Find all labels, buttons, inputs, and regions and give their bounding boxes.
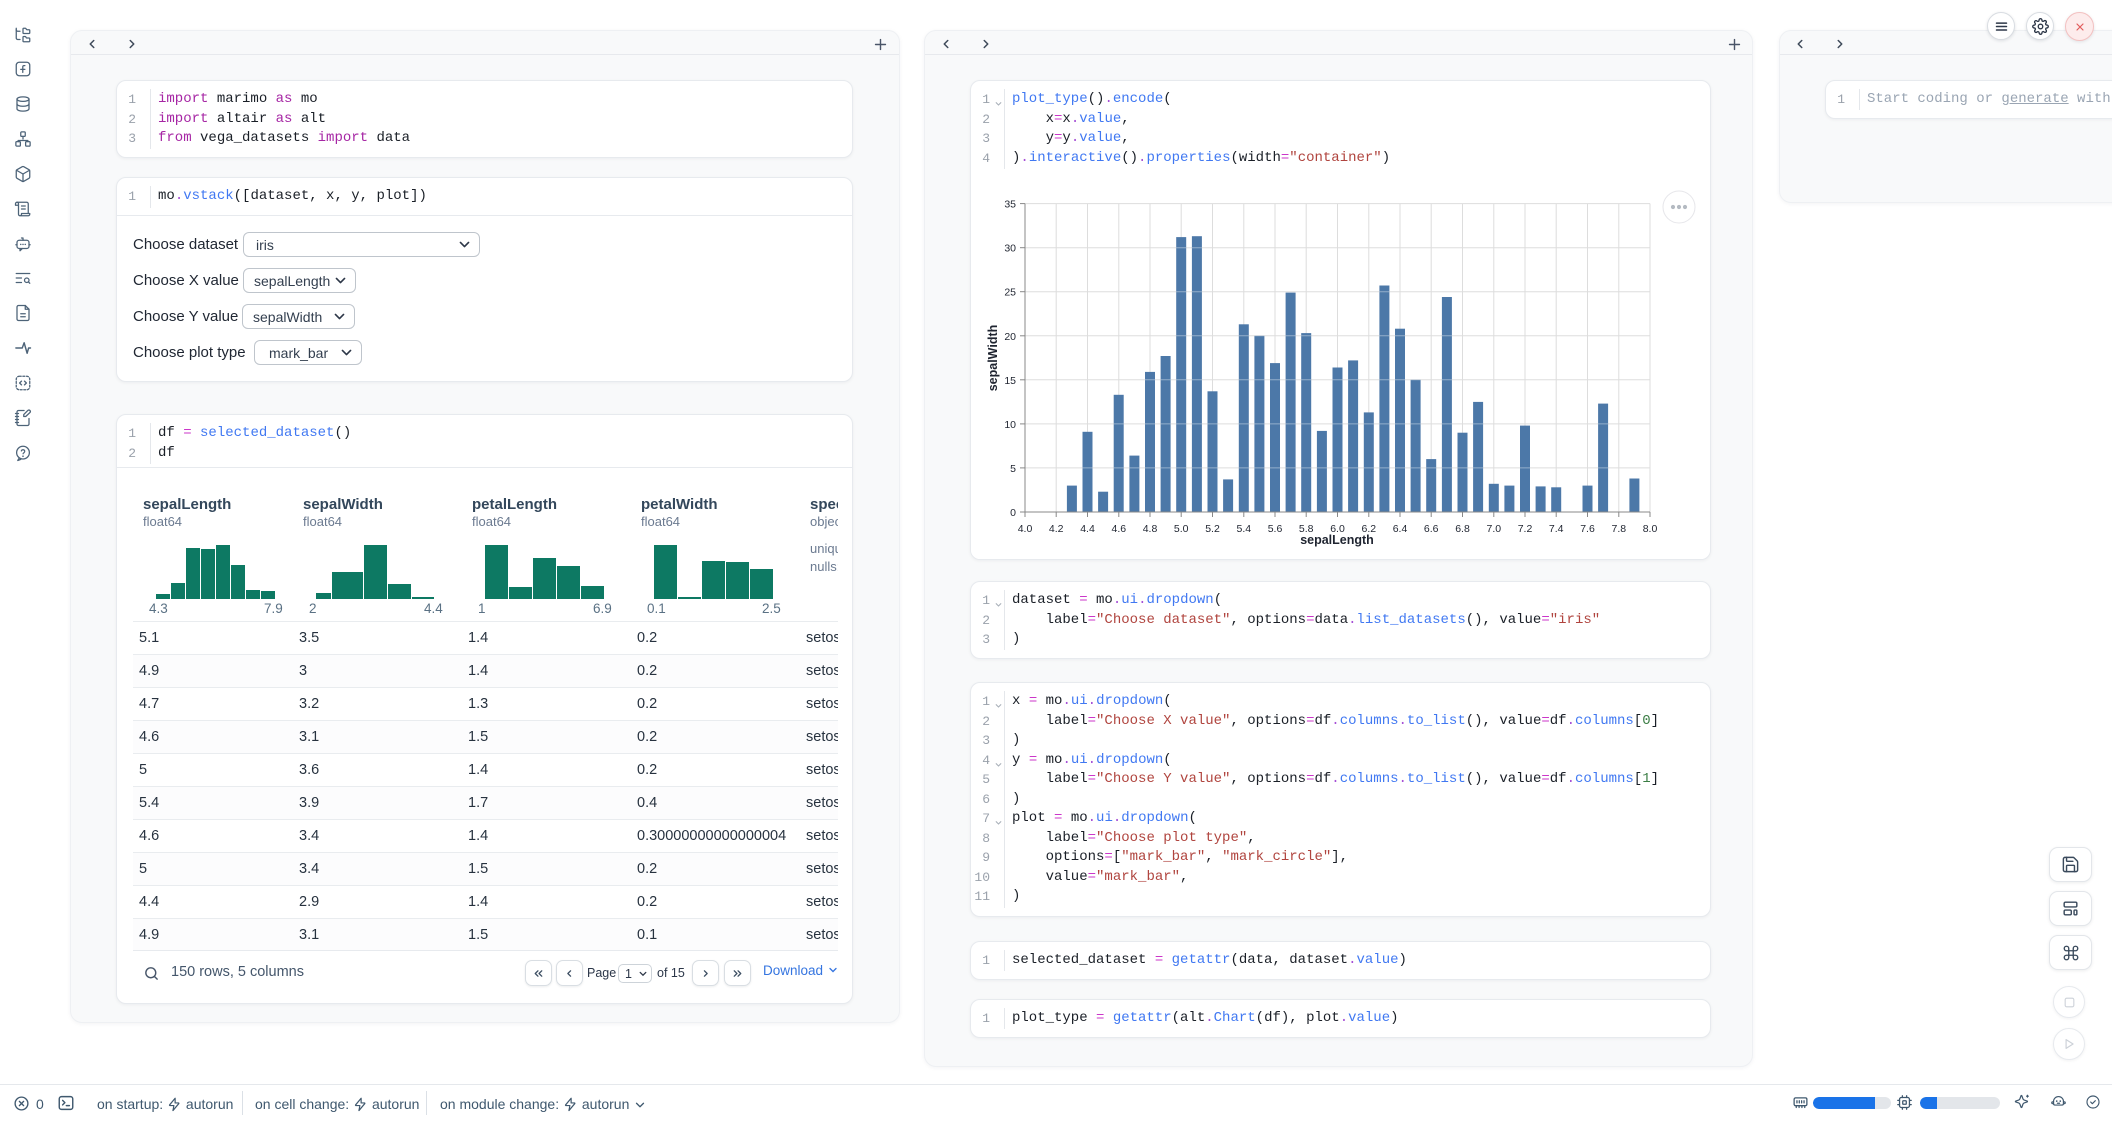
svg-text:35: 35 xyxy=(1004,199,1016,211)
svg-text:5.4: 5.4 xyxy=(1236,523,1251,535)
svg-text:7.2: 7.2 xyxy=(1518,523,1533,535)
svg-text:25: 25 xyxy=(1004,287,1016,299)
svg-text:10: 10 xyxy=(1004,419,1016,431)
svg-text:4.6: 4.6 xyxy=(1111,523,1126,535)
svg-text:7.8: 7.8 xyxy=(1611,523,1626,535)
svg-text:sepalLength: sepalLength xyxy=(1300,533,1374,547)
svg-text:6.4: 6.4 xyxy=(1393,523,1408,535)
svg-text:0: 0 xyxy=(1010,507,1016,519)
svg-text:20: 20 xyxy=(1004,331,1016,343)
svg-text:6.6: 6.6 xyxy=(1424,523,1439,535)
svg-text:5.2: 5.2 xyxy=(1205,523,1220,535)
svg-text:4.2: 4.2 xyxy=(1049,523,1064,535)
svg-text:4.4: 4.4 xyxy=(1080,523,1095,535)
svg-text:4.8: 4.8 xyxy=(1143,523,1158,535)
svg-text:7.4: 7.4 xyxy=(1549,523,1564,535)
svg-text:6.8: 6.8 xyxy=(1455,523,1470,535)
svg-text:5.0: 5.0 xyxy=(1174,523,1189,535)
svg-text:5.6: 5.6 xyxy=(1268,523,1283,535)
svg-text:7.6: 7.6 xyxy=(1580,523,1595,535)
svg-text:30: 30 xyxy=(1004,243,1016,255)
svg-text:7.0: 7.0 xyxy=(1486,523,1501,535)
svg-text:8.0: 8.0 xyxy=(1643,523,1658,535)
svg-text:5: 5 xyxy=(1010,463,1016,475)
svg-text:4.0: 4.0 xyxy=(1018,523,1033,535)
svg-text:sepalWidth: sepalWidth xyxy=(986,325,1000,392)
svg-text:15: 15 xyxy=(1004,375,1016,387)
